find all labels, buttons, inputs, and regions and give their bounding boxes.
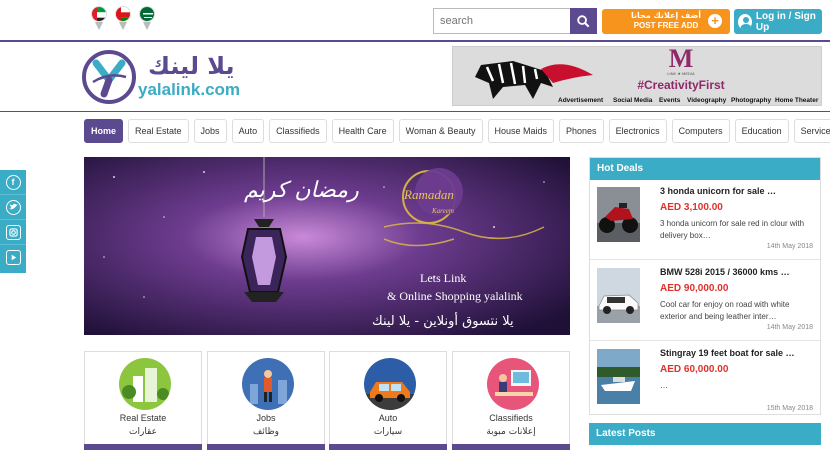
deal-item[interactable]: Stingray 19 feet boat for sale … AED 60,… — [590, 342, 820, 422]
nav-phones[interactable]: Phones — [559, 119, 604, 143]
jobs-icon — [242, 358, 294, 410]
twitter-icon — [5, 199, 21, 215]
nav-divider — [0, 111, 830, 112]
deal-price: AED 90,000.00 — [660, 283, 729, 294]
logo-english-text: yalalink.com — [138, 80, 241, 99]
deal-price: AED 60,000.00 — [660, 364, 729, 375]
deal-item[interactable]: 3 honda unicorn for sale … AED 3,100.00 … — [590, 180, 820, 260]
kareem-label: Kareem — [431, 207, 454, 215]
nav-house-maids[interactable]: House Maids — [487, 119, 555, 143]
deal-title[interactable]: 3 honda unicorn for sale … — [660, 186, 776, 196]
facebook-link[interactable]: f — [0, 170, 26, 195]
twitter-link[interactable] — [0, 195, 26, 220]
category-nav: Home Real Estate Jobs Auto Classifieds H… — [84, 119, 830, 143]
category-arabic-label: سيارات — [373, 427, 403, 437]
facebook-icon: f — [5, 174, 21, 190]
saudi-flag-icon[interactable] — [138, 6, 156, 30]
nav-woman-beauty[interactable]: Woman & Beauty — [398, 119, 483, 143]
nav-computers[interactable]: Computers — [671, 119, 730, 143]
deal-description: 3 honda unicorn for sale red in clour wi… — [660, 219, 805, 240]
login-signup-button[interactable]: Log in / Sign Up — [734, 9, 822, 34]
search-box — [433, 8, 597, 34]
ad-service: Events — [659, 97, 681, 104]
nav-education[interactable]: Education — [734, 119, 789, 143]
deal-description: … — [660, 381, 668, 390]
youtube-icon — [5, 250, 21, 265]
ad-banner-graphic: M LINK ★ MEDIA #CreativityFirst Advertis… — [453, 47, 821, 105]
nav-auto[interactable]: Auto — [231, 119, 265, 143]
category-card-auto[interactable]: Auto سيارات — [329, 351, 447, 450]
top-bar: أضف إعلانك مجانا POST FREE ADD + Log in … — [0, 0, 830, 42]
category-card-classifieds[interactable]: Classifieds إعلانات مبوبة — [452, 351, 570, 450]
ad-service: Social Media — [613, 97, 653, 104]
post-free-ad-button[interactable]: أضف إعلانك مجانا POST FREE ADD + — [602, 9, 730, 34]
uae-flag-icon[interactable] — [90, 6, 108, 30]
category-label: Auto — [378, 413, 398, 423]
header-divider — [0, 40, 830, 42]
deal-price: AED 3,100.00 — [660, 202, 723, 213]
deal-date: 14th May 2018 — [766, 243, 813, 250]
oman-flag-icon[interactable] — [114, 6, 132, 30]
ramadan-script-arabic: رمضان كريم — [244, 178, 359, 203]
brand-sub: LINK ★ MEDIA — [667, 71, 695, 76]
latest-posts-title: Latest Posts — [589, 423, 821, 445]
hero-line-1: Lets Link — [420, 271, 466, 285]
hero-banner[interactable]: رمضان كريم Ramadan Kareem Lets Link & On… — [84, 157, 570, 335]
deal-item[interactable]: BMW 528i 2015 / 36000 kms … AED 90,000.0… — [590, 261, 820, 341]
motorcycle-thumbnail — [597, 187, 640, 242]
ad-service: Home Theater — [775, 97, 819, 104]
hero-line-2: & Online Shopping yalalink — [387, 289, 523, 303]
brand-letter: M — [669, 47, 694, 73]
login-label: Log in / Sign Up — [755, 10, 816, 33]
ad-banner[interactable]: M LINK ★ MEDIA #CreativityFirst Advertis… — [452, 46, 822, 106]
site-logo[interactable]: يلا لينك yalalink.com — [82, 50, 257, 104]
category-card-real-estate[interactable]: Real Estate عقارات — [84, 351, 202, 450]
category-arabic-label: وظائف — [252, 427, 280, 437]
ad-service: Advertisement — [558, 97, 604, 104]
nav-classifieds[interactable]: Classifieds — [269, 119, 327, 143]
category-arabic-label: إعلانات مبوبة — [486, 427, 536, 437]
category-label: Real Estate — [119, 413, 167, 423]
hero-graphic: رمضان كريم Ramadan Kareem Lets Link & On… — [84, 157, 570, 335]
category-arabic-label: عقارات — [129, 427, 157, 437]
car-thumbnail — [597, 268, 640, 323]
nav-home[interactable]: Home — [84, 119, 124, 143]
logo-mark-icon — [82, 50, 136, 104]
nav-health-care[interactable]: Health Care — [331, 119, 394, 143]
classifieds-icon — [487, 358, 539, 410]
instagram-icon — [5, 224, 21, 240]
nav-services[interactable]: Services — [793, 119, 830, 143]
nav-jobs[interactable]: Jobs — [193, 119, 227, 143]
nav-electronics[interactable]: Electronics — [608, 119, 667, 143]
ad-service: Photography — [731, 97, 771, 104]
ad-service: Videography — [687, 97, 727, 104]
hot-deals-title: Hot Deals — [590, 158, 820, 180]
ad-hashtag: #CreativityFirst — [637, 78, 724, 92]
real-estate-icon — [119, 358, 171, 410]
deal-title[interactable]: BMW 528i 2015 / 36000 kms … — [660, 267, 790, 277]
nav-real-estate[interactable]: Real Estate — [128, 119, 189, 143]
hot-deals-panel: Hot Deals 3 honda unicorn for sale … AED… — [589, 157, 821, 415]
boat-thumbnail — [597, 349, 640, 404]
deal-date: 15th May 2018 — [766, 405, 813, 412]
search-input[interactable] — [433, 8, 570, 34]
deal-title[interactable]: Stingray 19 feet boat for sale … — [660, 348, 795, 358]
plus-icon: + — [708, 14, 722, 28]
deal-date: 14th May 2018 — [766, 324, 813, 331]
user-icon — [738, 13, 752, 30]
search-icon — [577, 14, 590, 27]
search-button[interactable] — [570, 8, 597, 34]
deal-description: Cool car for enjoy on road with white ex… — [660, 300, 790, 321]
hero-line-3-arabic: يلا نتسوق أونلاين - يلا لينك — [372, 312, 514, 329]
logo-arabic-text: يلا لينك — [148, 52, 235, 80]
social-sidebar: f — [0, 170, 26, 273]
ramadan-label: Ramadan — [403, 187, 454, 202]
car-icon — [364, 358, 416, 410]
instagram-link[interactable] — [0, 220, 26, 245]
category-card-jobs[interactable]: Jobs وظائف — [207, 351, 325, 450]
category-label: Classifieds — [489, 413, 533, 423]
category-label: Jobs — [256, 413, 276, 423]
youtube-link[interactable] — [0, 245, 26, 270]
